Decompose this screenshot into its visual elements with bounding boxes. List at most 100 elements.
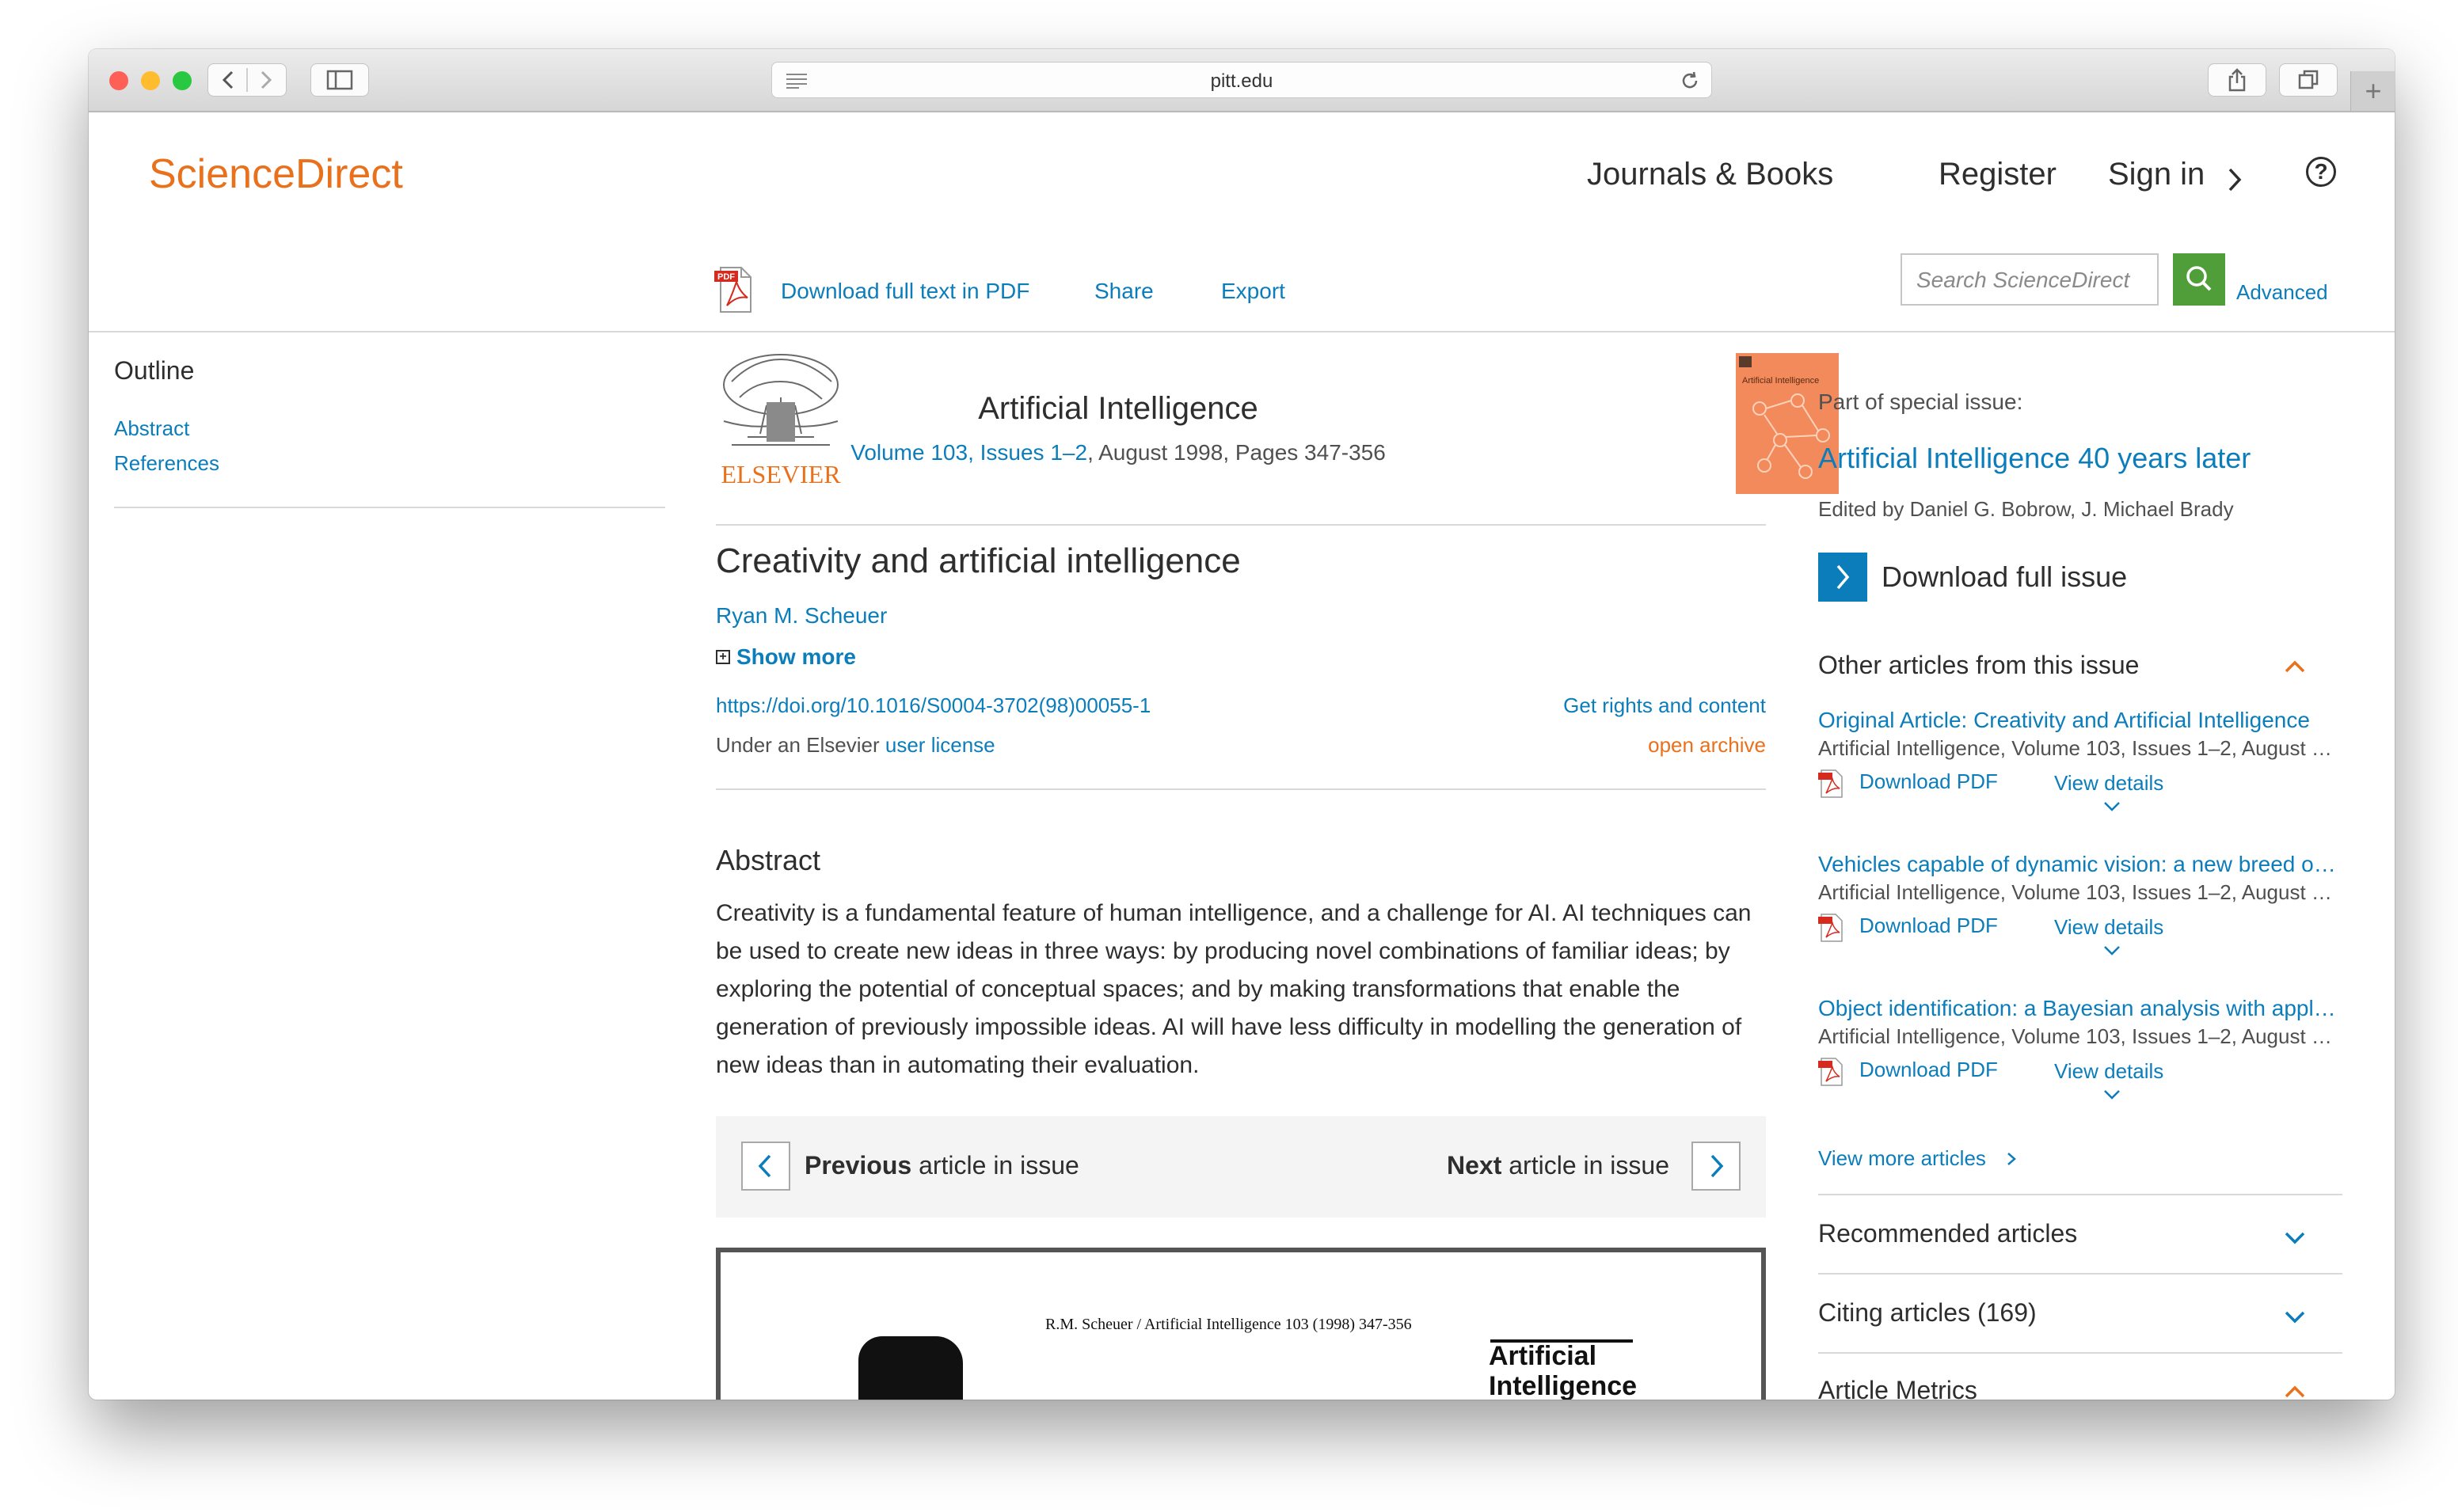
- journal-title[interactable]: Artificial Intelligence: [960, 391, 1277, 427]
- author-link[interactable]: Ryan M. Scheuer: [716, 603, 887, 629]
- citing-articles-heading[interactable]: Citing articles (169): [1818, 1298, 2037, 1328]
- doi-link[interactable]: https://doi.org/10.1016/S0004-3702(98)00…: [716, 693, 1151, 718]
- chevron-down-icon[interactable]: [2102, 800, 2122, 814]
- chevron-down-icon[interactable]: [2102, 1088, 2122, 1102]
- tabs-overview-button[interactable]: [2279, 63, 2338, 97]
- svg-text:PDF: PDF: [717, 272, 735, 282]
- article-metrics-heading[interactable]: Article Metrics: [1818, 1376, 1977, 1400]
- next-rest: article in issue: [1501, 1151, 1669, 1180]
- chevron-down-icon[interactable]: [2284, 1306, 2306, 1328]
- abstract-text: Creativity is a fundamental feature of h…: [716, 900, 1752, 1078]
- advanced-search-link[interactable]: Advanced: [2236, 280, 2328, 305]
- tabs-icon: [2298, 70, 2319, 89]
- other-article-title[interactable]: Original Article: Creativity and Artific…: [1818, 708, 2344, 733]
- preview-journal-line-1: Artificial: [1489, 1341, 1597, 1371]
- url-text: pitt.edu: [1210, 70, 1273, 92]
- journal-divider: [716, 524, 1766, 526]
- search-button[interactable]: [2173, 253, 2225, 306]
- close-window-button[interactable]: [109, 71, 128, 90]
- special-issue-link[interactable]: Artificial Intelligence 40 years later: [1818, 442, 2251, 475]
- chevron-up-icon[interactable]: [2284, 655, 2306, 678]
- download-pdf-link[interactable]: Download PDF: [1859, 914, 1998, 938]
- sciencedirect-logo[interactable]: ScienceDirect: [149, 150, 403, 198]
- sidebar-icon: [326, 70, 353, 90]
- special-issue-label: Part of special issue:: [1818, 389, 2023, 414]
- sidebar-toggle-button[interactable]: [310, 63, 369, 97]
- outline-title: Outline: [114, 356, 195, 385]
- download-pdf-link[interactable]: Download PDF: [1859, 769, 1998, 794]
- outline-item-abstract[interactable]: Abstract: [114, 416, 189, 441]
- outline-item-references[interactable]: References: [114, 451, 219, 476]
- show-more-toggle[interactable]: + Show more: [716, 644, 856, 670]
- meta-divider: [716, 788, 1766, 790]
- preview-publisher-logo: [858, 1336, 963, 1400]
- new-tab-button[interactable]: +: [2350, 71, 2395, 111]
- next-bold: Next: [1447, 1151, 1502, 1180]
- previous-article-button[interactable]: [741, 1142, 790, 1191]
- previous-article-label[interactable]: Previous article in issue: [805, 1151, 1079, 1180]
- chevron-left-icon: [758, 1154, 771, 1178]
- chevron-down-icon[interactable]: [2284, 1227, 2306, 1249]
- help-icon[interactable]: ?: [2306, 157, 2336, 187]
- browser-window: pitt.edu + ScienceDirect Journals & Book…: [89, 49, 2395, 1400]
- download-pdf-link[interactable]: Download full text in PDF: [781, 279, 1029, 304]
- preview-journal-line-2: Intelligence: [1489, 1371, 1638, 1400]
- other-article-meta: Artificial Intelligence, Volume 103, Iss…: [1818, 736, 2332, 760]
- view-more-articles-link[interactable]: View more articles: [1818, 1146, 2017, 1171]
- next-article-label[interactable]: Next article in issue: [1447, 1151, 1669, 1180]
- issue-details: , August 1998, Pages 347-356: [1087, 440, 1386, 465]
- search-input[interactable]: Search ScienceDirect: [1901, 253, 2159, 306]
- elsevier-logo[interactable]: ELSEVIER: [716, 350, 846, 489]
- pdf-icon[interactable]: [1818, 769, 1844, 798]
- pdf-icon[interactable]: [1818, 1058, 1844, 1086]
- edited-by: Edited by Daniel G. Bobrow, J. Michael B…: [1818, 497, 2234, 521]
- other-articles-heading[interactable]: Other articles from this issue: [1818, 651, 2139, 680]
- issue-navigation: Previous article in issue Next article i…: [716, 1116, 1766, 1218]
- pdf-preview[interactable]: R.M. Scheuer / Artificial Intelligence 1…: [716, 1248, 1766, 1400]
- pdf-icon[interactable]: PDF: [714, 266, 754, 313]
- other-article-title[interactable]: Object identification: a Bayesian analys…: [1818, 996, 2344, 1021]
- address-bar[interactable]: pitt.edu: [771, 62, 1712, 98]
- sign-in-link[interactable]: Sign in: [2108, 157, 2205, 192]
- other-article-title[interactable]: Vehicles capable of dynamic vision: a ne…: [1818, 852, 2344, 877]
- sidebar-divider: [1818, 1352, 2342, 1354]
- view-details-link[interactable]: View details: [2054, 1059, 2163, 1084]
- pdf-icon[interactable]: [1818, 914, 1844, 942]
- chevron-right-icon: [1836, 564, 1850, 590]
- chevron-up-icon[interactable]: [2284, 1381, 2306, 1400]
- download-pdf-link[interactable]: Download PDF: [1859, 1058, 1998, 1082]
- license-line: Under an Elsevier user license: [716, 733, 995, 758]
- journals-books-link[interactable]: Journals & Books: [1587, 157, 1833, 192]
- back-forward-icon: [222, 68, 272, 92]
- back-forward-buttons[interactable]: [207, 63, 287, 97]
- download-issue-button[interactable]: [1818, 553, 1867, 602]
- minimize-window-button[interactable]: [141, 71, 160, 90]
- cover-journal-title: Artificial Intelligence: [1742, 376, 1819, 386]
- rights-link[interactable]: Get rights and content: [1514, 693, 1766, 718]
- volume-link[interactable]: Volume 103, Issues 1–2: [850, 440, 1087, 465]
- browser-toolbar: pitt.edu +: [89, 49, 2395, 112]
- view-more-label: View more articles: [1818, 1146, 1986, 1170]
- share-link[interactable]: Share: [1094, 279, 1154, 304]
- preview-journal-name: Artificial Intelligence: [1489, 1341, 1637, 1400]
- user-license-link[interactable]: user license: [885, 733, 995, 757]
- recommended-articles-heading[interactable]: Recommended articles: [1818, 1219, 2077, 1248]
- download-issue-label[interactable]: Download full issue: [1882, 560, 2127, 594]
- previous-bold: Previous: [805, 1151, 912, 1180]
- article-title: Creativity and artificial intelligence: [716, 541, 1241, 580]
- export-link[interactable]: Export: [1221, 279, 1285, 304]
- expand-icon: +: [716, 650, 730, 664]
- show-more-label: Show more: [736, 644, 856, 669]
- next-article-button[interactable]: [1691, 1142, 1741, 1191]
- chevron-right-icon[interactable]: [2227, 166, 2243, 193]
- abstract-heading: Abstract: [716, 844, 821, 876]
- share-page-button[interactable]: [2208, 63, 2266, 97]
- view-details-link[interactable]: View details: [2054, 771, 2163, 796]
- register-link[interactable]: Register: [1939, 157, 2057, 192]
- view-details-link[interactable]: View details: [2054, 915, 2163, 940]
- license-prefix: Under an Elsevier: [716, 733, 885, 757]
- zoom-window-button[interactable]: [173, 71, 192, 90]
- reload-icon[interactable]: [1680, 70, 1700, 91]
- open-archive-badge: open archive: [1648, 733, 1766, 757]
- chevron-down-icon[interactable]: [2102, 944, 2122, 958]
